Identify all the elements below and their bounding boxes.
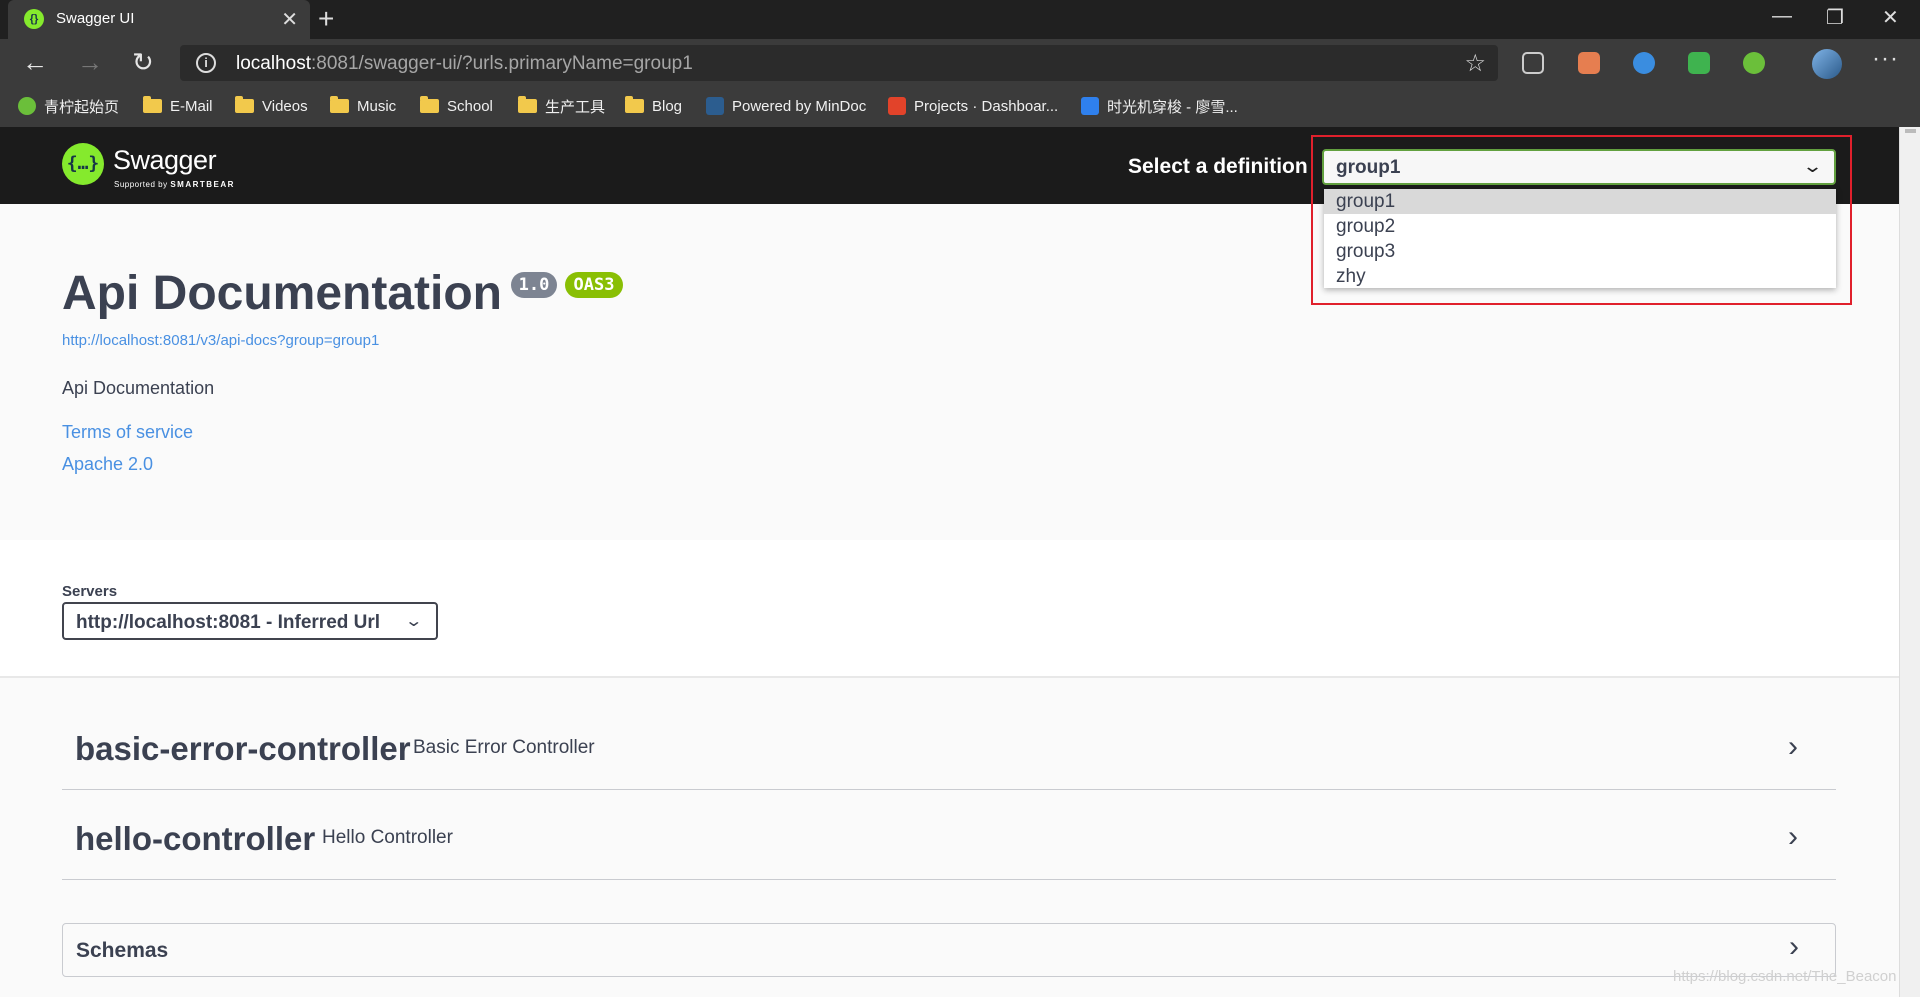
bookmark-label: Projects · Dashboar... [914,97,1059,115]
page-scrollbar[interactable] [1899,127,1920,997]
bookmark-item[interactable]: 时光机穿梭 - 廖雪... [1081,95,1238,117]
controller-description: Basic Error Controller [413,737,595,758]
browser-toolbar: ← → ↻ i localhost:8081/swagger-ui/?urls.… [0,39,1920,87]
folder-icon [235,96,254,113]
schemas-section[interactable]: Schemas › [62,923,1836,977]
close-tab-icon[interactable]: ✕ [281,7,298,32]
url-path: :8081/swagger-ui/?urls.primaryName=group… [311,53,693,74]
controller-description: Hello Controller [322,827,453,848]
restore-icon[interactable]: ❐ [1826,5,1844,30]
api-title: Api Documentation [62,267,502,320]
chevron-down-icon: ⌄ [403,613,423,630]
back-icon[interactable]: ← [22,47,48,78]
bookmark-label: School [447,97,493,115]
extension-globe-icon[interactable] [1743,52,1765,74]
chevron-right-icon[interactable]: › [1788,820,1798,854]
extension-chrome-icon[interactable] [1633,52,1655,74]
servers-select[interactable]: http://localhost:8081 - Inferred Url ⌄ [62,602,438,640]
folder-icon [625,96,644,113]
minimize-icon[interactable]: — [1772,5,1792,28]
url-host: localhost [236,53,311,74]
more-menu-icon[interactable]: ··· [1872,45,1899,73]
chevron-right-icon[interactable]: › [1789,930,1799,964]
new-tab-icon[interactable]: + [318,3,334,35]
bookmark-label: Powered by MinDoc [732,97,867,115]
bookmark-item[interactable]: School [420,95,493,117]
browser-tab[interactable]: {} Swagger UI ✕ [8,0,310,39]
rocket-icon [1081,97,1099,115]
definition-dropdown-list: group1 group2 group3 zhy [1324,189,1836,288]
extension-reader-icon[interactable] [1522,52,1544,74]
bookmark-label: Videos [262,97,308,115]
lemon-icon [18,97,36,115]
bookmark-item[interactable]: 青柠起始页 [18,95,119,117]
window-close-icon[interactable]: ✕ [1882,5,1899,30]
schemas-title: Schemas [76,939,169,962]
bookmark-item[interactable]: Blog [625,95,682,117]
definition-option[interactable]: group3 [1324,239,1836,264]
logo-sub-prefix: Supported by [114,180,168,189]
bookmark-item[interactable]: Music [330,95,396,117]
bookmark-item[interactable]: Projects · Dashboar... [888,95,1058,117]
forward-icon[interactable]: → [77,47,103,78]
servers-selected-value: http://localhost:8081 - Inferred Url [76,612,381,633]
site-info-icon[interactable]: i [196,53,216,73]
select-definition-label: Select a definition [1128,155,1308,178]
terms-of-service-link[interactable]: Terms of service [62,422,193,443]
definition-select[interactable]: group1 ⌄ [1322,149,1836,185]
bookmark-label: 青柠起始页 [44,98,120,116]
reload-icon[interactable]: ↻ [132,47,154,78]
browser-tabstrip: {} Swagger UI ✕ + — ❐ ✕ [0,0,1920,39]
controller-name: basic-error-controller [75,730,411,767]
bookmark-item[interactable]: E-Mail [143,95,213,117]
swagger-logo-icon[interactable]: {…} [62,143,104,185]
bookmark-label: Blog [652,97,683,115]
bookmark-label: Music [357,97,397,115]
bookmark-item[interactable]: Videos [235,95,308,117]
watermark-text: https://blog.csdn.net/The_Beacon [1673,968,1897,985]
swagger-logo-text[interactable]: Swagger [113,145,217,176]
bookmark-item[interactable]: Powered by MinDoc [706,95,866,117]
chevron-right-icon[interactable]: › [1788,730,1798,764]
servers-section: Servers http://localhost:8081 - Inferred… [0,540,1899,678]
folder-icon [330,96,349,113]
bookmark-label: 时光机穿梭 - 廖雪... [1107,98,1238,116]
definition-selected-value: group1 [1336,157,1401,178]
chevron-down-icon: ⌄ [1801,156,1824,176]
tab-title: Swagger UI [56,10,135,27]
extension-shield-icon[interactable] [1688,52,1710,74]
controller-tag-basic-error[interactable]: basic-error-controller Basic Error Contr… [62,680,1836,790]
address-url[interactable]: localhost:8081/swagger-ui/?urls.primaryN… [236,53,693,75]
logo-sub-brand: SMARTBEAR [170,180,235,189]
scroll-up-arrow[interactable] [1905,129,1916,133]
mindoc-icon [706,97,724,115]
folder-icon [518,96,537,113]
definition-option[interactable]: group1 [1324,189,1836,214]
extension-owl-icon[interactable] [1578,52,1600,74]
gitlab-icon [888,97,906,115]
servers-label: Servers [62,583,118,600]
bookmark-label: E-Mail [170,97,213,115]
folder-icon [143,96,162,113]
bookmarks-bar: 青柠起始页 E-Mail Videos Music School 生产工具 Bl… [0,87,1920,127]
license-link[interactable]: Apache 2.0 [62,454,153,475]
api-docs-link[interactable]: http://localhost:8081/v3/api-docs?group=… [62,332,379,349]
controller-tag-hello[interactable]: hello-controller Hello Controller › [62,790,1836,880]
bookmark-label: 生产工具 [545,98,606,116]
api-description: Api Documentation [62,378,215,398]
definition-option[interactable]: group2 [1324,214,1836,239]
definition-option[interactable]: zhy [1324,264,1836,289]
bookmark-item[interactable]: 生产工具 [518,95,605,117]
operations-section: basic-error-controller Basic Error Contr… [0,678,1899,997]
folder-icon [420,96,439,113]
favorite-star-icon[interactable]: ☆ [1464,49,1486,78]
profile-avatar[interactable] [1812,49,1842,79]
swagger-logo-subtext: Supported by SMARTBEAR [114,180,235,189]
address-bar[interactable]: i localhost:8081/swagger-ui/?urls.primar… [180,45,1498,81]
version-badge: 1.0 [511,272,557,298]
oas-badge: OAS3 [565,272,623,298]
controller-name: hello-controller [75,820,316,857]
swagger-favicon-icon: {} [24,9,44,29]
